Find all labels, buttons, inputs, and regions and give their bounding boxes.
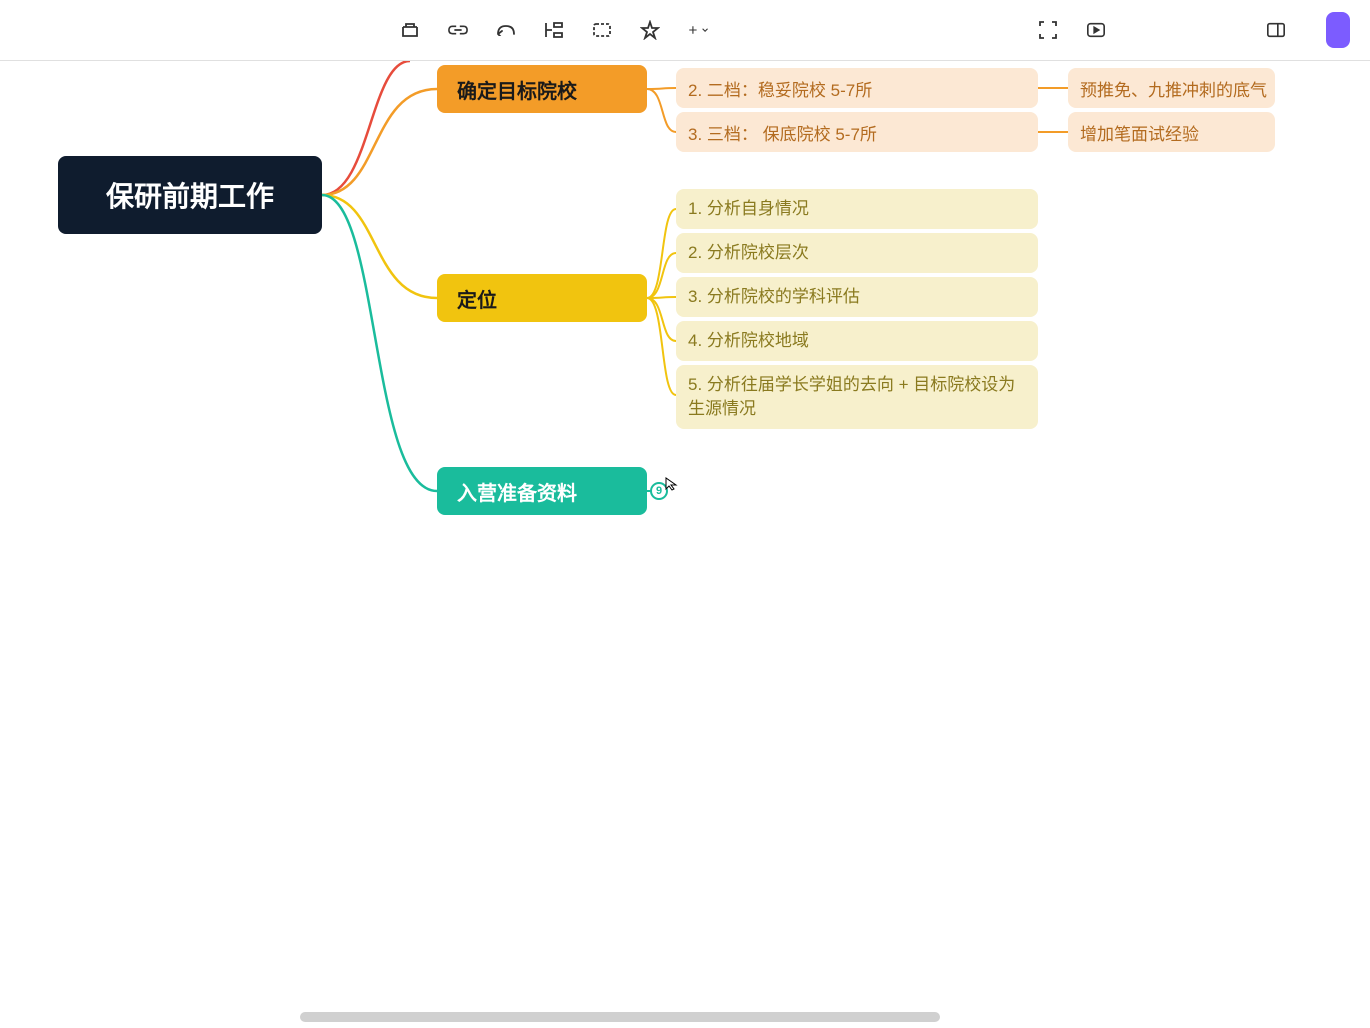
root-node[interactable]: 保研前期工作 (58, 156, 322, 234)
panel-icon[interactable] (1266, 20, 1286, 40)
boundary-icon[interactable] (592, 20, 612, 40)
mindmap-canvas[interactable]: 保研前期工作 确定目标院校 2. 二档：稳妥院校 5-7所 3. 三档： 保底院… (0, 61, 1370, 1028)
leaf-analyze-tier[interactable]: 2. 分析院校层次 (676, 233, 1038, 273)
folder-icon[interactable] (400, 20, 420, 40)
horizontal-scrollbar[interactable] (300, 1012, 940, 1022)
branch-materials[interactable]: 入营准备资料 (437, 467, 647, 515)
play-icon[interactable] (1086, 20, 1106, 40)
star-icon[interactable] (640, 20, 660, 40)
fullscreen-icon[interactable] (1038, 20, 1058, 40)
structure-icon[interactable] (544, 20, 564, 40)
leaf-analyze-subject[interactable]: 3. 分析院校的学科评估 (676, 277, 1038, 317)
leaf-analyze-alumni[interactable]: 5. 分析往届学长学姐的去向 + 目标院校设为生源情况 (676, 365, 1038, 429)
add-icon[interactable] (688, 20, 708, 40)
leaf-tier2-note[interactable]: 预推免、九推冲刺的底气 (1068, 68, 1275, 108)
branch-target-schools[interactable]: 确定目标院校 (437, 65, 647, 113)
undo-icon[interactable] (496, 20, 516, 40)
leaf-tier3[interactable]: 3. 三档： 保底院校 5-7所 (676, 112, 1038, 152)
leaf-tier3-note[interactable]: 增加笔面试经验 (1068, 112, 1275, 152)
link-icon[interactable] (448, 20, 468, 40)
branch-positioning[interactable]: 定位 (437, 274, 647, 322)
cursor-icon (665, 477, 679, 491)
leaf-tier2[interactable]: 2. 二档：稳妥院校 5-7所 (676, 68, 1038, 108)
leaf-analyze-region[interactable]: 4. 分析院校地域 (676, 321, 1038, 361)
action-button[interactable] (1326, 12, 1350, 48)
toolbar (0, 0, 1370, 61)
leaf-analyze-self[interactable]: 1. 分析自身情况 (676, 189, 1038, 229)
